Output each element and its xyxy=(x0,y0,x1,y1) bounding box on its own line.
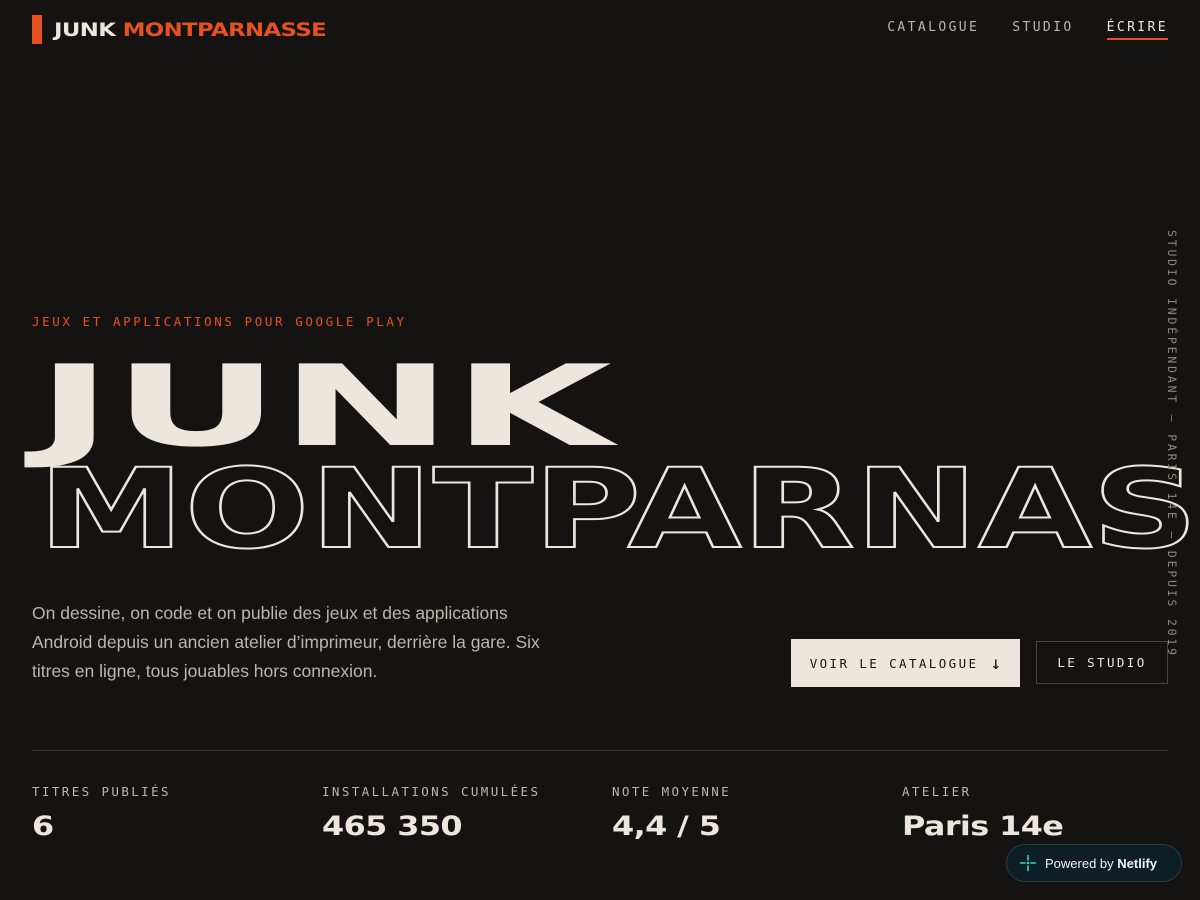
main-nav: CATALOGUE STUDIO ÉCRIRE xyxy=(887,20,1168,40)
nav-catalogue[interactable]: CATALOGUE xyxy=(887,20,979,40)
stat-value: Paris 14e xyxy=(902,811,1064,842)
hero-title-line2: MONTPARNASSE xyxy=(38,445,1200,570)
stat-value: 6 xyxy=(32,811,54,842)
netlify-badge[interactable]: Powered by Netlify xyxy=(1006,844,1182,882)
netlify-prefix: Powered by xyxy=(1045,855,1114,871)
brand-word-junk: JUNK xyxy=(54,18,116,41)
stat-label: NOTE MOYENNE xyxy=(612,784,732,799)
stat-atelier: ATELIER Paris 14e xyxy=(902,784,1064,842)
view-catalogue-button[interactable]: VOIR LE CATALOGUE ↓ xyxy=(791,639,1020,687)
view-catalogue-label: VOIR LE CATALOGUE xyxy=(809,655,979,671)
hero-eyebrow: JEUX ET APPLICATIONS POUR GOOGLE PLAY xyxy=(32,314,407,329)
netlify-label: Powered by Netlify xyxy=(1045,856,1157,871)
hero-title: JUNK MONTPARNASSE xyxy=(23,342,1200,570)
hero-lede: On dessine, on code et on publie des jeu… xyxy=(32,603,540,681)
netlify-brand: Netlify xyxy=(1117,855,1158,871)
stats-divider xyxy=(32,750,1168,751)
stat-label: INSTALLATIONS CUMULÉES xyxy=(322,784,541,799)
stat-value: 465 350 xyxy=(322,811,463,842)
vertical-tagline: STUDIO INDÉPENDANT — PARIS 14E — DEPUIS … xyxy=(1165,230,1179,658)
stat-label: ATELIER xyxy=(902,784,972,799)
nav-ecrire[interactable]: ÉCRIRE xyxy=(1106,20,1168,40)
brand-logo[interactable]: JUNK MONTPARNASSE xyxy=(32,15,327,44)
brand-word-montparnasse: MONTPARNASSE xyxy=(122,18,327,41)
brand-mark xyxy=(32,15,42,44)
brand-wordmark: JUNK MONTPARNASSE xyxy=(54,18,327,41)
stat-titles: TITRES PUBLIÉS 6 xyxy=(32,784,171,842)
nav-studio[interactable]: STUDIO xyxy=(1012,20,1073,40)
netlify-icon xyxy=(1019,854,1037,872)
stat-installs: INSTALLATIONS CUMULÉES 465 350 xyxy=(322,784,540,842)
stat-rating: NOTE MOYENNE 4,4 / 5 xyxy=(612,784,731,842)
arrow-down-icon: ↓ xyxy=(990,652,1002,674)
stat-label: TITRES PUBLIÉS xyxy=(32,784,171,799)
stat-value: 4,4 / 5 xyxy=(612,811,721,842)
studio-button[interactable]: LE STUDIO xyxy=(1036,641,1168,684)
